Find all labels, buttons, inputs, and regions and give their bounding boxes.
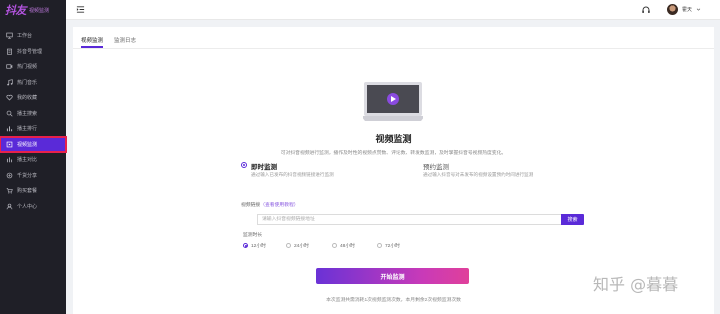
- username[interactable]: 霍天: [682, 6, 692, 13]
- sidebar-item-label: 购买套餐: [17, 188, 38, 195]
- radio-instant[interactable]: [241, 162, 247, 168]
- search-icon: [6, 110, 13, 117]
- video-monitor-icon: [6, 141, 13, 148]
- duration-option-label: 48小时: [340, 244, 355, 249]
- start-monitor-button[interactable]: 开始监测: [316, 268, 469, 284]
- sidebar-item-hot-videos[interactable]: 热门视频: [0, 59, 66, 75]
- duration-label: 监测时长: [243, 233, 263, 238]
- monitor-icon: [6, 32, 13, 39]
- duration-option-24h[interactable]: 24小时: [286, 242, 309, 249]
- sidebar-item-creator-search[interactable]: 播主搜索: [0, 106, 66, 122]
- page-description: 可对抖音视频进行监测，播作及时性的视频点赞数、评论数、转发数监测，及时掌握抖音号…: [280, 151, 507, 156]
- sidebar-item-dashboard[interactable]: 工作台: [0, 28, 66, 44]
- sidebar-item-profile[interactable]: 个人中心: [0, 199, 66, 215]
- watermark: 知乎 @暮暮: [593, 275, 679, 294]
- sidebar-item-hot-music[interactable]: 热门音乐: [0, 75, 66, 91]
- duration-option-48h[interactable]: 48小时: [332, 242, 355, 249]
- tutorial-link[interactable]: （查看使用教程）: [260, 203, 298, 208]
- sidebar-item-label: 播主搜索: [17, 110, 38, 117]
- duration-option-72h[interactable]: 72小时: [377, 242, 400, 249]
- heart-icon: [6, 94, 13, 101]
- duration-option-label: 24小时: [294, 244, 309, 249]
- mode-title: 即时监测: [251, 164, 277, 171]
- mode-desc: 通过输入抖音号对未发布的视频设置预约时间进行监测: [423, 172, 534, 177]
- compare-icon: [6, 156, 13, 163]
- sidebar-item-label: 我的收藏: [17, 95, 38, 102]
- sidebar-item-label: 热门音乐: [17, 79, 38, 86]
- bar-chart-icon: [6, 125, 13, 132]
- duration-option-label: 72小时: [385, 244, 400, 249]
- user-icon: [6, 203, 13, 210]
- sidebar: 抖友 视频监测 工作台 抖音号管理 热门视频 热门音乐 我的收藏 播主搜索 播主…: [0, 0, 67, 314]
- chevron-down-icon[interactable]: [696, 7, 701, 12]
- video-link-label: 视频链接（查看使用教程）: [241, 201, 299, 208]
- sidebar-item-share[interactable]: 千货分享: [0, 168, 66, 184]
- logo-text: 抖友: [5, 4, 27, 17]
- sidebar-item-label: 个人中心: [17, 203, 38, 210]
- top-bar: 霍天: [66, 0, 720, 20]
- duration-option-12h[interactable]: 12小时: [243, 242, 266, 249]
- search-button[interactable]: 搜索: [561, 214, 584, 225]
- logo-subtitle: 视频监测: [29, 7, 50, 14]
- sidebar-item-favorites[interactable]: 我的收藏: [0, 90, 66, 106]
- avatar[interactable]: [667, 4, 678, 15]
- brand-logo[interactable]: 抖友 视频监测: [0, 0, 66, 20]
- music-icon: [6, 79, 13, 86]
- sidebar-item-label: 热门视频: [17, 64, 38, 71]
- tab-video-monitor[interactable]: 视频监测: [81, 36, 104, 48]
- video-url-input[interactable]: [257, 214, 561, 225]
- radio-24h[interactable]: [286, 243, 291, 248]
- sidebar-item-label: 千货分享: [17, 172, 38, 179]
- tab-bar: 视频监测 监测日志: [73, 27, 714, 49]
- sidebar-item-label: 播主对比: [17, 157, 38, 164]
- sidebar-item-label: 工作台: [17, 33, 33, 40]
- cart-icon: [6, 187, 13, 194]
- share-icon: [6, 172, 13, 179]
- quota-text: 本次监测共需消耗1次视频监测次数，本月剩余2次视频监测次数: [326, 298, 461, 303]
- sidebar-nav: 工作台 抖音号管理 热门视频 热门音乐 我的收藏 播主搜索 播主排行 视频监测: [0, 20, 67, 215]
- sidebar-item-label: 播主排行: [17, 126, 38, 133]
- clipboard-icon: [6, 48, 13, 55]
- sidebar-item-label: 视频监测: [17, 141, 38, 148]
- sidebar-item-label: 抖音号管理: [17, 48, 43, 55]
- sidebar-item-video-monitor[interactable]: 视频监测: [0, 135, 67, 153]
- sidebar-item-creator-ranking[interactable]: 播主排行: [0, 121, 66, 137]
- radio-72h[interactable]: [377, 243, 382, 248]
- duration-option-label: 12小时: [251, 244, 266, 249]
- tab-monitor-log[interactable]: 监测日志: [114, 36, 136, 44]
- sidebar-item-account-management[interactable]: 抖音号管理: [0, 44, 66, 60]
- mode-desc: 通过输入已发布的抖音视频链接进行监测: [251, 172, 334, 177]
- page-title: 视频监测: [375, 134, 412, 144]
- link-label-text: 视频链接: [241, 203, 261, 208]
- sidebar-item-creator-compare[interactable]: 播主对比: [0, 152, 66, 168]
- headset-icon[interactable]: [641, 5, 651, 15]
- sidebar-item-purchase[interactable]: 购买套餐: [0, 183, 66, 199]
- video-icon: [6, 63, 13, 70]
- radio-12h[interactable]: [243, 243, 248, 248]
- radio-48h[interactable]: [332, 243, 337, 248]
- menu-toggle-icon[interactable]: [76, 5, 85, 14]
- mode-title: 预约监测: [423, 164, 449, 171]
